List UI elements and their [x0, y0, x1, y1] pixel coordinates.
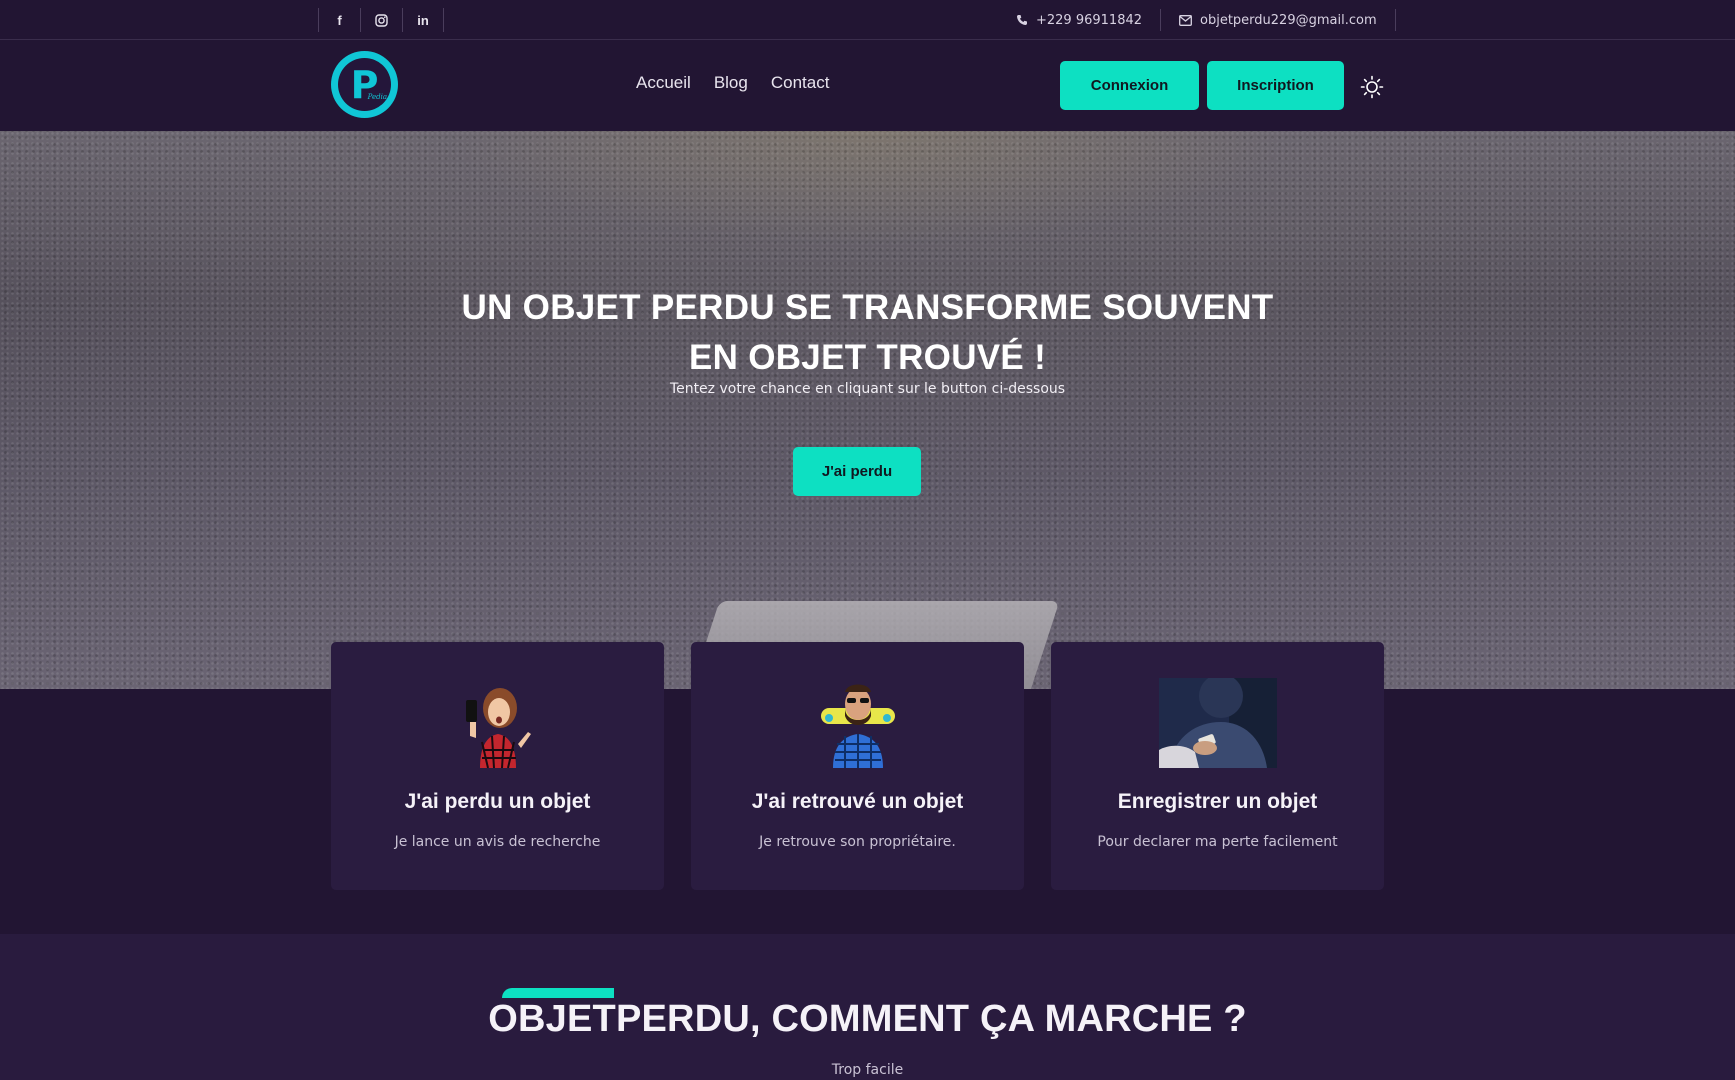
instagram-icon[interactable] [360, 8, 402, 32]
social-links: f in [318, 8, 444, 32]
envelope-icon [1179, 14, 1192, 26]
hero-subtitle: Tentez votre chance en cliquant sur le b… [669, 381, 1066, 397]
main-menu: Accueil Blog Contact [636, 73, 829, 93]
title-accent-bar [502, 988, 614, 998]
phone-contact[interactable]: +229 96911842 [1000, 8, 1160, 32]
signup-button[interactable]: Inscription [1207, 61, 1344, 110]
card-title: Enregistrer un objet [1117, 790, 1318, 813]
man-with-skateboard-image [815, 678, 901, 773]
site-logo[interactable]: P Pedia [331, 51, 398, 118]
divider [1394, 9, 1396, 31]
top-bar: f in +229 96911842 objetperdu229@gmail.c… [0, 0, 1735, 40]
nav-link-contact[interactable]: Contact [771, 73, 830, 93]
section-subtitle: Trop facile [831, 1062, 904, 1078]
facebook-icon[interactable]: f [318, 8, 360, 32]
email-address: objetperdu229@gmail.com [1200, 12, 1377, 28]
contact-info: +229 96911842 objetperdu229@gmail.com [1000, 8, 1396, 32]
feature-cards: J'ai perdu un objet Je lance un avis de … [331, 642, 1384, 890]
hero-title-line: EN OBJET TROUVÉ ! [688, 338, 1047, 377]
nav-link-accueil[interactable]: Accueil [636, 73, 691, 93]
card-description: Pour declarer ma perte facilement [1097, 834, 1338, 850]
main-navbar: P Pedia Accueil Blog Contact Connexion I… [0, 41, 1735, 130]
phone-number: +229 96911842 [1036, 12, 1143, 28]
sun-icon[interactable] [1360, 75, 1384, 99]
woman-with-phone-image [458, 678, 538, 773]
login-button[interactable]: Connexion [1060, 61, 1199, 110]
phone-icon [1016, 14, 1028, 26]
card-lost-item[interactable]: J'ai perdu un objet Je lance un avis de … [331, 642, 664, 890]
card-register-item[interactable]: Enregistrer un objet Pour declarer ma pe… [1051, 642, 1384, 890]
hero-section: UN OBJET PERDU SE TRANSFORME SOUVENT EN … [0, 131, 1735, 689]
logo-tagline: Pedia [367, 93, 387, 101]
how-it-works-section: OBJETPERDU, COMMENT ÇA MARCHE ? Trop fac… [0, 934, 1735, 1080]
card-description: Je lance un avis de recherche [394, 834, 601, 850]
lost-item-button[interactable]: J'ai perdu [793, 447, 921, 496]
card-title: J'ai retrouvé un objet [751, 790, 964, 813]
person-using-phone-image [1158, 674, 1277, 773]
email-contact[interactable]: objetperdu229@gmail.com [1161, 8, 1395, 32]
logo-inner: P Pedia [338, 58, 391, 111]
card-found-item[interactable]: J'ai retrouvé un objet Je retrouve son p… [691, 642, 1024, 890]
card-title: J'ai perdu un objet [404, 790, 591, 813]
hero-title-line: UN OBJET PERDU SE TRANSFORME SOUVENT [461, 288, 1274, 327]
section-title: OBJETPERDU, COMMENT ÇA MARCHE ? [488, 998, 1247, 1040]
hero-title: UN OBJET PERDU SE TRANSFORME SOUVENT EN … [0, 283, 1735, 383]
card-description: Je retrouve son propriétaire. [759, 834, 956, 850]
nav-link-blog[interactable]: Blog [714, 73, 748, 93]
linkedin-icon[interactable]: in [402, 8, 444, 32]
